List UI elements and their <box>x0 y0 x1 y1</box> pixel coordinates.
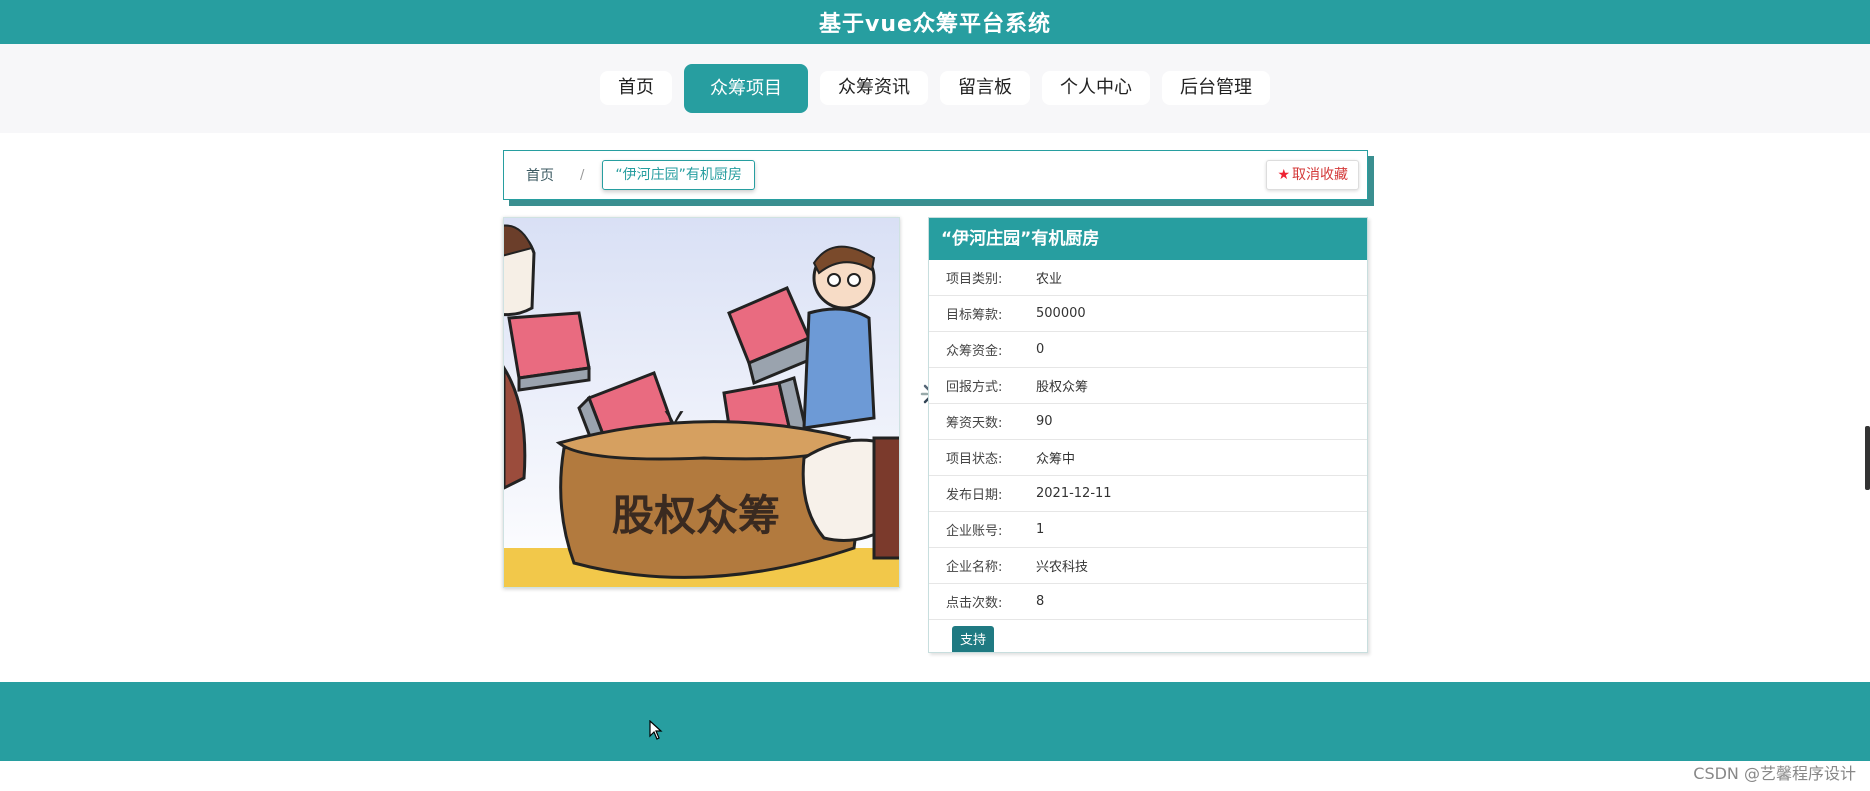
detail-row-funding-days: 筹资天数: 90 <box>929 404 1367 440</box>
detail-row-company-name: 企业名称: 兴农科技 <box>929 548 1367 584</box>
field-label: 众筹资金: <box>946 344 1003 359</box>
field-value: 股权众筹 <box>1036 380 1089 395</box>
field-label: 回报方式: <box>946 380 1003 395</box>
field-label: 企业名称: <box>946 560 1003 575</box>
field-value: 90 <box>1036 414 1053 429</box>
field-label: 项目状态: <box>946 452 1003 467</box>
unfavorite-label: 取消收藏 <box>1292 167 1348 183</box>
detail-row-publish-date: 发布日期: 2021-12-11 <box>929 476 1367 512</box>
field-label: 发布日期: <box>946 488 1003 503</box>
nav-item-message-board[interactable]: 留言板 <box>940 71 1030 105</box>
field-label: 筹资天数: <box>946 416 1003 431</box>
field-value: 兴农科技 <box>1036 560 1089 575</box>
field-value: 500000 <box>1036 306 1086 321</box>
main-nav: 首页 众筹项目 众筹资讯 留言板 个人中心 后台管理 <box>0 64 1870 113</box>
field-value: 8 <box>1036 594 1045 609</box>
project-detail-panel: “伊河庄园”有机厨房 项目类别: 农业 目标筹款: 500000 众筹资金: 0… <box>928 217 1368 653</box>
star-icon: ★ <box>1277 167 1290 183</box>
watermark: CSDN @艺馨程序设计 <box>1693 764 1856 783</box>
page-footer <box>0 682 1870 761</box>
detail-row-company-account: 企业账号: 1 <box>929 512 1367 548</box>
nav-item-admin[interactable]: 后台管理 <box>1162 71 1270 105</box>
project-title: “伊河庄园”有机厨房 <box>929 218 1367 260</box>
field-value: 1 <box>1036 522 1045 537</box>
nav-band: 首页 众筹项目 众筹资讯 留言板 个人中心 后台管理 <box>0 44 1870 133</box>
nav-item-crowdfunding-news[interactable]: 众筹资讯 <box>820 71 928 105</box>
breadcrumb: 首页 / “伊河庄园”有机厨房 ★ 取消收藏 <box>503 150 1368 200</box>
field-label: 企业账号: <box>946 524 1003 539</box>
field-label: 目标筹款: <box>946 308 1003 323</box>
scrollbar-thumb[interactable] <box>1865 426 1870 490</box>
field-label: 点击次数: <box>946 596 1003 611</box>
detail-row-return-method: 回报方式: 股权众筹 <box>929 368 1367 404</box>
field-value: 0 <box>1036 342 1045 357</box>
equity-crowdfunding-illustration: ￥ 股权众筹 <box>504 218 899 587</box>
field-label: 项目类别: <box>946 272 1003 287</box>
field-value: 众筹中 <box>1036 452 1076 467</box>
unfavorite-button[interactable]: ★ 取消收藏 <box>1266 160 1359 190</box>
detail-row-click-count: 点击次数: 8 <box>929 584 1367 620</box>
mouse-cursor-icon <box>649 720 663 740</box>
site-title: 基于vue众筹平台系统 <box>819 12 1051 37</box>
field-value: 2021-12-11 <box>1036 486 1112 501</box>
detail-row-raised-funds: 众筹资金: 0 <box>929 332 1367 368</box>
detail-row-target-amount: 目标筹款: 500000 <box>929 296 1367 332</box>
nav-item-personal-center[interactable]: 个人中心 <box>1042 71 1150 105</box>
detail-row-status: 项目状态: 众筹中 <box>929 440 1367 476</box>
nav-item-crowdfunding-projects[interactable]: 众筹项目 <box>684 64 808 113</box>
nav-item-home[interactable]: 首页 <box>600 71 672 105</box>
support-button[interactable]: 支持 <box>952 626 994 652</box>
breadcrumb-separator: / <box>580 167 585 183</box>
field-value: 农业 <box>1036 272 1063 287</box>
breadcrumb-home-link[interactable]: 首页 <box>526 165 554 185</box>
breadcrumb-current: “伊河庄园”有机厨房 <box>602 160 755 190</box>
project-image: ￥ 股权众筹 <box>503 217 900 588</box>
top-header: 基于vue众筹平台系统 <box>0 0 1870 44</box>
sack-caption: 股权众筹 <box>612 491 780 540</box>
detail-row-category: 项目类别: 农业 <box>929 260 1367 296</box>
